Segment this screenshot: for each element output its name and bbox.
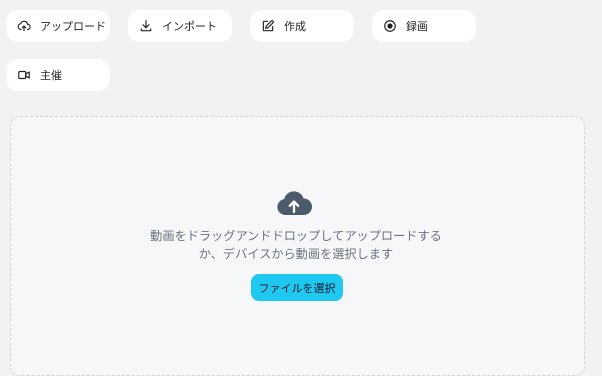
cloud-upload-icon: [17, 19, 31, 33]
upload-button[interactable]: アップロード: [6, 10, 110, 42]
edit-icon: [261, 19, 275, 33]
host-button[interactable]: 主催: [6, 59, 110, 91]
select-file-button[interactable]: ファイルを選択: [251, 274, 343, 301]
download-icon: [139, 19, 153, 33]
record-icon: [383, 19, 397, 33]
dropzone-instructions: 動画をドラッグアンドドロップしてアップロードするか、デバイスから動画を選択します: [150, 229, 442, 261]
import-button-label: インポート: [162, 20, 217, 33]
record-button-label: 録画: [406, 20, 428, 33]
create-button-label: 作成: [284, 20, 306, 33]
video-camera-icon: [17, 68, 31, 82]
cloud-upload-icon: [276, 190, 313, 216]
upload-button-label: アップロード: [40, 20, 106, 33]
record-button[interactable]: 録画: [372, 10, 476, 42]
host-button-label: 主催: [40, 69, 62, 82]
import-button[interactable]: インポート: [128, 10, 232, 42]
create-button[interactable]: 作成: [250, 10, 354, 42]
